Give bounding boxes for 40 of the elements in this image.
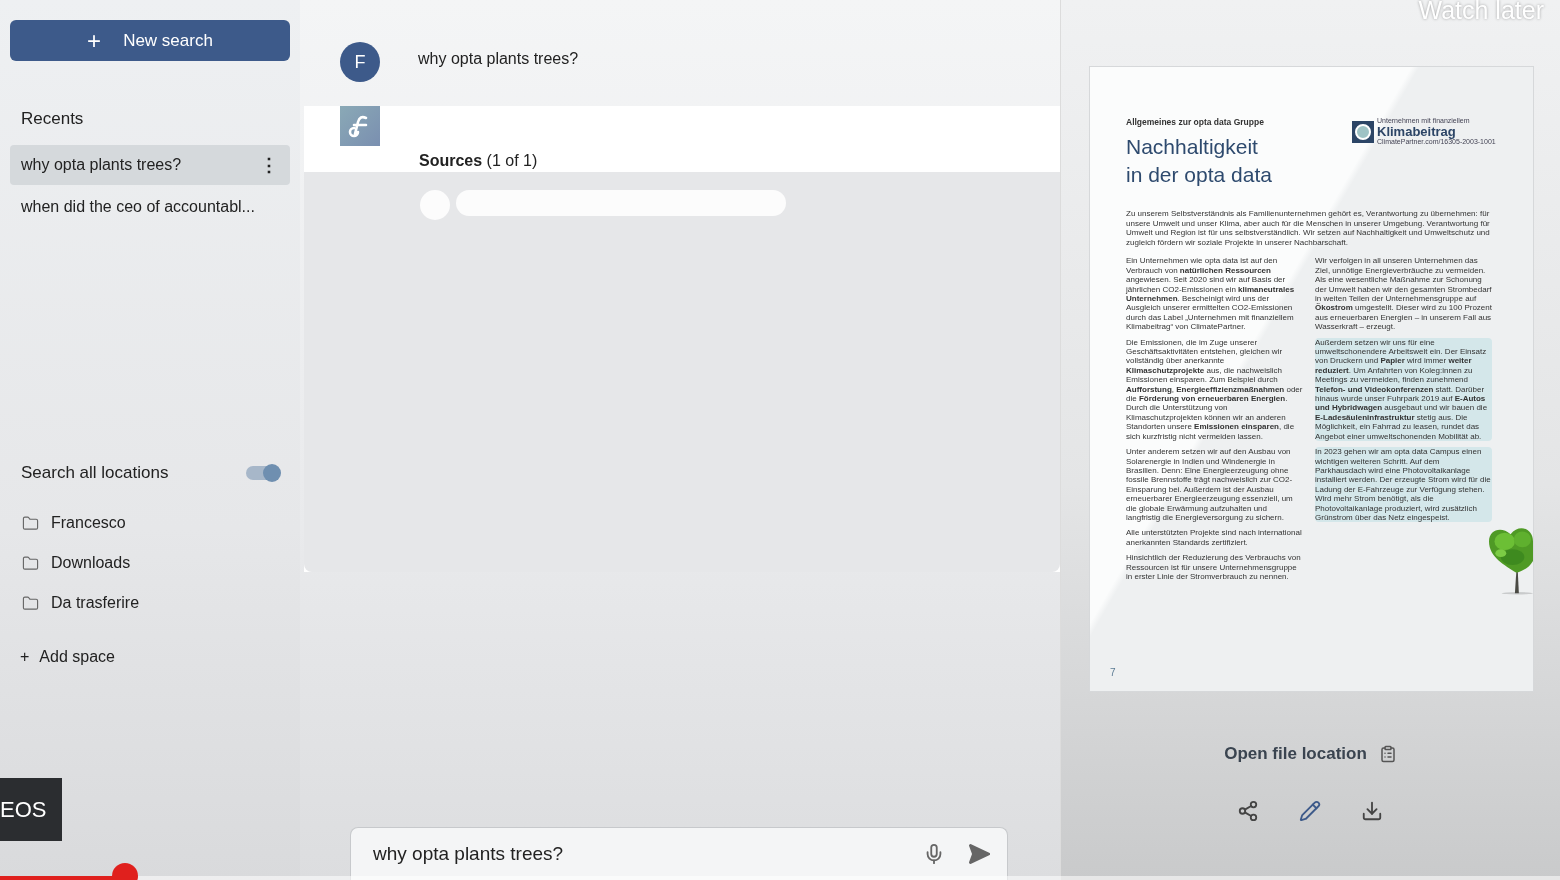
search-all-toggle[interactable]: [246, 466, 280, 480]
body-paragraph: Unter anderem setzen wir auf den Ausbau von Solarenergie in Indien und Windenergie in Brasilien. Denn: Eine Energieerzeugung ohne fossile Brennstoffe trägt nachweislich zur CO2-Einsparung bei. Außerdem ist der Ausbau erneuerbarer Energieerzeugung essenziell, um die globale Erwärmung aufzuhalten und langfristig die Energieversorgung zu sichern.: [1126, 447, 1294, 523]
folder-icon: [22, 514, 39, 532]
recents-heading: Recents: [21, 109, 85, 129]
send-icon[interactable]: [967, 842, 991, 866]
video-badge: EOS: [0, 778, 62, 841]
recent-search-label: when did the ceo of accountabl...: [21, 198, 255, 216]
question-input-field[interactable]: why opta plants trees?: [371, 842, 901, 866]
edit-button[interactable]: [1298, 800, 1323, 824]
badge-name: Klimabeitrag: [1377, 125, 1457, 138]
user-avatar: F: [340, 42, 380, 82]
body-paragraph: In 2023 gehen wir am opta data Campus einen wichtigen weiteren Schritt. Auf dem Parkhausdach wird eine Photovoltaikanlage installiert werden. Der erzeugte Strom wird für die Ladung der E-Fahrzeuge zur Verfügung stehen. Wird mehr Strom benötigt, als die Photovoltaikanlage produziert, wird zusätzlich Grünstrom über das Netz eingespeist.: [1315, 447, 1492, 523]
badge-logo-icon: [1352, 120, 1374, 143]
document-title: Nachhaltigkeit in der opta data: [1126, 134, 1272, 188]
location-item[interactable]: Francesco: [10, 503, 290, 543]
body-paragraph: Außerdem setzen wir uns für eine umweltschonendere Arbeitswelt ein. Der Einsatz von Druckern und Papier wird immer weiter reduziert. Um Anfahrten von Koleg:innen zu Meetings zu vermeiden, finden zunehmend Telefon- und Videokonferenzen statt. Darüber hinaus wurde unser Fuhrpark 2019 auf E-Autos und Hybridwagen ausgebaut und wir bauen die E-Ladesäuleninfrastruktur stetig aus. Die Möglichkeit, ein Fahrrad zu leasen, rundet das Angebot einer umweltschonenden Mobilität ab.: [1315, 337, 1492, 442]
sources-heading: Sources (1 of 1): [419, 152, 538, 170]
more-menu-button[interactable]: ⋮: [260, 154, 278, 176]
folder-icon: [22, 594, 39, 612]
body-paragraph: Die Emissionen, die im Zuge unserer Geschäftsaktivitäten entstehen, gleichen wir vollständig über anerkannte Klimaschutzprojekte aus, die nachweislich Emissionen einsparen. Zum Beispiel durch Aufforstung, Energieeffizienzmaßnahmen oder die Förderung von erneuerbaren Energien. Durch die Unterstützung von Klimaschutzprojekten können wir an anderen Standorten unsere Emissionen einsparen, die sich kurzfristig nicht vermeiden lassen.: [1126, 337, 1303, 442]
intro-paragraph: Zu unserem Selbstverständnis als Familienunternehmen gehört es, Verantwortung zu übernehmen: für unsere Umwelt und unser Klima, aber auch für die Menschen in unserer Umgebung. Verantwortung für Umwelt und Region ist für uns selbstverständlich. Wir setzen auf Nachhaltigkeit und Umweltschutz und zugleich fördern wir soziale Projekte in unserer Nachbarschaft.: [1126, 209, 1491, 248]
body-paragraph: Wir verfolgen in all unseren Unternehmen das Ziel, unnötige Energieverbräuche zu vermeiden. Als eine wesentliche Maßnahme zur Schonung der Umwelt haben wir den gesamten Strombedarf in weiten Teilen der Unternehmensgruppe auf Ökostrom umgestellt. Dieser wird zu 100 Prozent aus erneuerbaren Energien – in unserem Fall aus Wasserkraft – erzeugt.: [1315, 256, 1492, 332]
document-kicker: Allgemeines zur opta data Gruppe: [1126, 117, 1264, 127]
question-input-box[interactable]: why opta plants trees?: [350, 827, 1008, 880]
body-paragraph: Ein Unternehmen wie opta data ist auf den Verbrauch von natürlichen Ressourcen angewiesen. Seit 2020 sind wir auf Basis der jährlichen CO2-Emissionen ein klimaneutrales Unternehmen. Bescheinigt wird uns der Ausgleich unserer ermittelten CO2-Emissionen durch das Label „Unternehmen mit finanziellem Klimabeitrag“ von ClimatePartner.: [1126, 256, 1296, 332]
page-number: 7: [1110, 667, 1116, 678]
location-item[interactable]: Da trasferire: [10, 583, 290, 623]
recent-search-item[interactable]: why opta plants trees? ⋮: [10, 145, 290, 185]
location-item[interactable]: Downloads: [10, 543, 290, 583]
recent-search-label: why opta plants trees?: [21, 156, 182, 174]
new-search-button[interactable]: + New search: [10, 20, 290, 61]
add-space-button[interactable]: + Add space: [10, 637, 290, 677]
body-paragraph: Alle unterstützten Projekte sind nach international anerkannten Standards zertifiziert.: [1126, 528, 1303, 548]
open-file-location-link[interactable]: Open file location: [1224, 744, 1367, 764]
clipboard-icon[interactable]: [1378, 745, 1397, 763]
body-paragraph: Hinsichtlich der Reduzierung des Verbrauchs von Ressourcen ist für unsere Unternehmensgruppe in erster Linie der Stromverbrauch zu nennen.: [1126, 553, 1302, 582]
question-text: why opta plants trees?: [418, 50, 579, 68]
search-all-locations-label: Search all locations: [21, 463, 169, 483]
recent-search-item[interactable]: when did the ceo of accountabl...: [10, 187, 290, 227]
folder-icon: [22, 554, 39, 572]
